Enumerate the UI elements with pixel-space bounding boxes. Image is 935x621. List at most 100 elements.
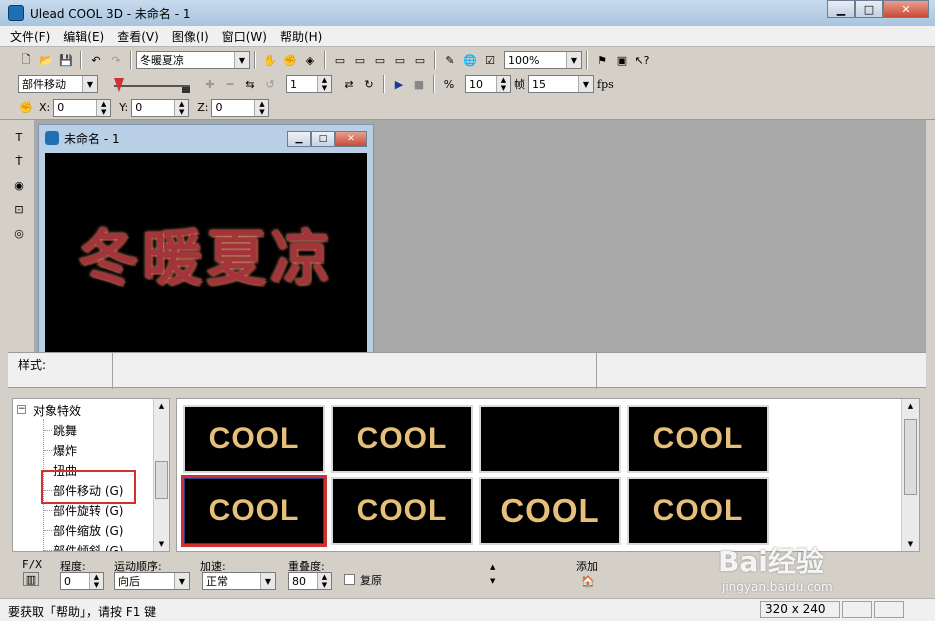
canvas-text-object[interactable]: 冬暖夏凉 <box>78 210 334 297</box>
view-bottom-icon[interactable]: ▭ <box>411 51 429 69</box>
object-manager-icon[interactable]: ◎ <box>10 224 28 242</box>
tree-item[interactable]: 部件旋转 (G) <box>53 502 123 519</box>
menu-help[interactable]: 帮助(H) <box>280 28 322 45</box>
restore-checkbox[interactable] <box>344 574 355 585</box>
redo-icon[interactable]: ↷ <box>107 51 125 69</box>
menu-edit[interactable]: 编辑(E) <box>63 28 104 45</box>
menu-image[interactable]: 图像(I) <box>172 28 209 45</box>
tree-item[interactable]: 爆炸 <box>53 442 77 459</box>
doc-minimize-button[interactable]: ▁ <box>287 131 311 147</box>
remove-keyframe-icon[interactable]: ━ <box>221 75 239 93</box>
export-icon[interactable]: ▣ <box>613 51 631 69</box>
gallery-tile[interactable]: COOL <box>331 405 473 473</box>
menu-view[interactable]: 查看(V) <box>117 28 159 45</box>
chevron-down-icon[interactable]: ▼ <box>174 573 189 589</box>
gallery-tile[interactable]: COOL <box>627 405 769 473</box>
speed-select[interactable]: 正常 ▼ <box>202 572 276 590</box>
fx-toggle-icon[interactable]: ▥ <box>23 572 39 586</box>
scroll-down-icon[interactable]: ▼ <box>902 540 919 548</box>
text-object-combo[interactable]: 冬暖夏凉 ▼ <box>136 51 250 69</box>
gallery-scrollbar[interactable]: ▲ ▼ <box>901 399 919 551</box>
spinner-arrows-icon[interactable]: ▲ ▼ <box>174 99 189 116</box>
chevron-down-icon[interactable]: ▼ <box>260 573 275 589</box>
new-file-icon[interactable]: 🗋 <box>17 51 35 69</box>
plugin-icon[interactable]: ⚑ <box>593 51 611 69</box>
spinner-arrows-icon[interactable]: ▲ ▼ <box>317 76 331 92</box>
swap-icon[interactable]: ⇄ <box>340 75 358 93</box>
menu-window[interactable]: 窗口(W) <box>222 28 267 45</box>
scroll-thumb[interactable] <box>155 461 168 499</box>
z-spinner[interactable]: 0 ▲ ▼ <box>211 98 270 117</box>
effect-select[interactable]: 部件移动 ▼ <box>18 75 98 93</box>
insert-object-icon[interactable]: ◉ <box>10 176 28 194</box>
minimize-button[interactable]: ▁ <box>827 0 855 18</box>
spinner-arrows-icon[interactable]: ▲ ▼ <box>496 76 510 92</box>
degree-spinner[interactable]: 0 ▲ ▼ <box>60 572 104 590</box>
current-frame-spinner[interactable]: 1 ▲ ▼ <box>286 75 332 93</box>
spinner-arrows-icon[interactable]: ▲ ▼ <box>254 99 269 116</box>
maximize-button[interactable]: □ <box>855 0 883 18</box>
edit-text-icon[interactable]: Ṫ <box>10 152 28 170</box>
view-back-icon[interactable]: ▭ <box>351 51 369 69</box>
scroll-up-icon[interactable]: ▲ <box>902 402 919 410</box>
zoom-combo[interactable]: 100% ▼ <box>504 51 582 69</box>
render-canvas[interactable]: 冬暖夏凉 <box>45 153 367 353</box>
rewind-icon[interactable]: ↻ <box>360 75 378 93</box>
chevron-down-icon[interactable]: ▼ <box>234 52 249 68</box>
doc-close-button[interactable]: ✕ <box>335 131 367 147</box>
add-effect-icon[interactable]: 🏠 <box>579 572 597 590</box>
order-select[interactable]: 向后 ▼ <box>114 572 190 590</box>
view-top-icon[interactable]: ▭ <box>391 51 409 69</box>
spinner-arrows-icon[interactable]: ▲ ▼ <box>317 573 331 589</box>
light-icon[interactable]: ✎ <box>441 51 459 69</box>
reverse-icon[interactable]: ⇆ <box>241 75 259 93</box>
gallery-tile[interactable] <box>479 405 621 473</box>
spinner-arrows-icon[interactable]: ▲ ▼ <box>96 99 111 116</box>
gallery-tile[interactable]: COOL <box>331 477 473 545</box>
position-tool-icon[interactable]: ✊ <box>17 99 35 117</box>
add-keyframe-icon[interactable]: ✚ <box>201 75 219 93</box>
gallery-tile[interactable]: COOL <box>627 477 769 545</box>
help-pointer-icon[interactable]: ↖? <box>633 51 651 69</box>
percent-icon[interactable]: % <box>440 75 458 93</box>
props-scroll-icon[interactable]: ▲ ▼ <box>490 560 495 588</box>
tree-item[interactable]: 部件缩放 (G) <box>53 522 123 539</box>
scroll-up-icon[interactable]: ▲ <box>154 402 169 410</box>
stop-icon[interactable]: ■ <box>410 75 428 93</box>
overlap-spinner[interactable]: 80 ▲ ▼ <box>288 572 332 590</box>
gallery-tile[interactable]: COOL <box>183 405 325 473</box>
save-icon[interactable]: 💾 <box>57 51 75 69</box>
loop-icon[interactable]: ↺ <box>261 75 279 93</box>
y-spinner[interactable]: 0 ▲ ▼ <box>131 98 190 117</box>
gallery-tile[interactable]: COOL <box>479 477 621 545</box>
play-icon[interactable]: ▶ <box>390 75 408 93</box>
gallery-tile-selected[interactable]: COOL <box>181 475 327 547</box>
select-object-icon[interactable]: ⊡ <box>10 200 28 218</box>
open-folder-icon[interactable]: 📂 <box>37 51 55 69</box>
spinner-arrows-icon[interactable]: ▲ ▼ <box>89 573 103 589</box>
chevron-down-icon[interactable]: ▼ <box>566 52 581 68</box>
checkbox-tool-icon[interactable]: ☑ <box>481 51 499 69</box>
tree-scrollbar[interactable]: ▲ ▼ <box>153 399 169 551</box>
tree-item[interactable]: 跳舞 <box>53 422 77 439</box>
insert-text-icon[interactable]: T <box>10 128 28 146</box>
view-side-icon[interactable]: ▭ <box>371 51 389 69</box>
chevron-down-icon[interactable]: ▼ <box>578 76 593 92</box>
menu-file[interactable]: 文件(F) <box>10 28 50 45</box>
total-frames-spinner[interactable]: 10 ▲ ▼ <box>465 75 511 93</box>
fps-combo[interactable]: 15 ▼ <box>528 75 594 93</box>
timeline-slider[interactable] <box>104 75 200 93</box>
chevron-down-icon[interactable]: ▼ <box>82 76 97 92</box>
globe-icon[interactable]: 🌐 <box>461 51 479 69</box>
scroll-down-icon[interactable]: ▼ <box>154 540 169 548</box>
resize-object-icon[interactable]: ◈ <box>301 51 319 69</box>
view-front-icon[interactable]: ▭ <box>331 51 349 69</box>
tree-item[interactable]: 部件倾斜 (G) <box>53 542 123 551</box>
close-button[interactable]: ✕ <box>883 0 929 18</box>
scroll-thumb[interactable] <box>904 419 917 495</box>
move-hand-icon[interactable]: ✋ <box>261 51 279 69</box>
rotate-hand-icon[interactable]: ✊ <box>281 51 299 69</box>
doc-maximize-button[interactable]: □ <box>311 131 335 147</box>
tree-root[interactable]: 对象特效 <box>33 402 81 419</box>
collapse-icon[interactable]: − <box>17 405 26 414</box>
